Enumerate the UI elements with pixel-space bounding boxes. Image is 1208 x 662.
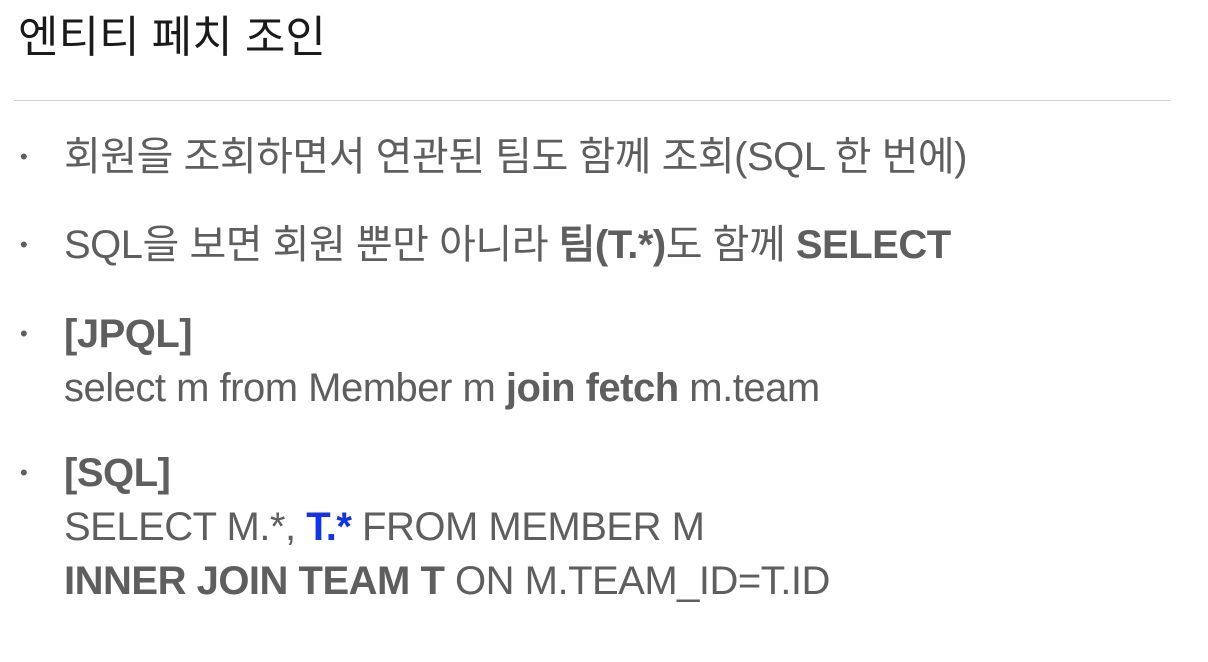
jpql-suffix: m.team [678,366,820,410]
sql-line-2-suffix: ON M.TEAM_ID=T.ID [444,559,830,603]
sql-line-2: INNER JOIN TEAM T ON M.TEAM_ID=T.ID [64,554,1174,608]
slide-title: 엔티티 페치 조인 [18,13,326,62]
bullet-2-team-bold: 팀(T.*) [558,223,667,267]
jpql-prefix: select m from Member m [64,366,506,410]
sql-line-1-prefix: SELECT M.*, [64,505,307,549]
sql-line-1-suffix: FROM MEMBER M [351,505,705,549]
sql-inner-join: INNER JOIN TEAM T [64,559,445,603]
jpql-join-fetch: join fetch [505,366,679,410]
bullet-2-prefix: SQL을 보면 회원 뿐만 아니라 [64,223,559,267]
bullet-dot-icon: • [20,460,28,485]
bullet-1-text: 회원을 조회하면서 연관된 팀도 함께 조회(SQL 한 번에) [64,135,968,179]
bullet-text: [JPQL] select m from Member m join fetch… [64,307,1174,415]
bullet-text: 회원을 조회하면서 연관된 팀도 함께 조회(SQL 한 번에) [64,130,1174,184]
bullet-dot-icon: • [20,232,28,257]
bullet-text: [SQL] SELECT M.*, T.* FROM MEMBER M INNE… [64,446,1174,608]
jpql-heading: [JPQL] [64,312,193,356]
bullet-text: SQL을 보면 회원 뿐만 아니라 팀(T.*)도 함께 SELECT [64,218,1174,272]
jpql-query: select m from Member m join fetch m.team [64,361,1174,415]
bullet-dot-icon: • [20,144,28,169]
sql-line-1: SELECT M.*, T.* FROM MEMBER M [64,500,1174,554]
bullet-dot-icon: • [20,321,28,346]
bullet-2-mid: 도 함께 [665,223,796,267]
sql-team-columns-highlight: T.* [306,505,352,549]
bullet-2-select-bold: SELECT [795,223,951,267]
sql-heading: [SQL] [64,451,171,495]
title-divider [14,100,1171,101]
